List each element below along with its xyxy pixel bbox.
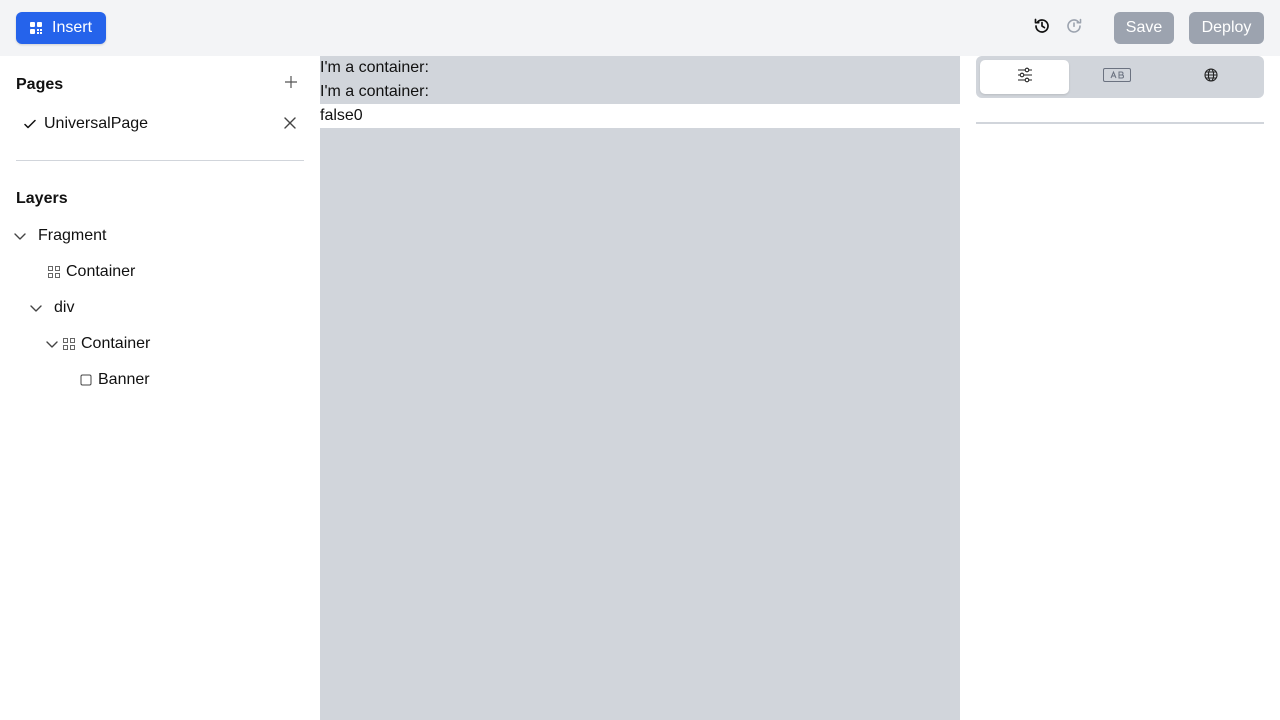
chevron-down-icon[interactable] xyxy=(13,229,27,243)
insert-button-label: Insert xyxy=(52,19,93,36)
layer-item-container[interactable]: Container xyxy=(48,260,135,284)
tab-text[interactable] xyxy=(1072,60,1161,94)
redo-history-button[interactable] xyxy=(1062,16,1086,40)
canvas-container-text[interactable]: I'm a container: xyxy=(320,80,960,104)
chevron-down-icon[interactable] xyxy=(29,301,43,315)
deploy-button[interactable]: Deploy xyxy=(1189,12,1264,44)
tab-global[interactable] xyxy=(1166,60,1255,94)
layer-item-label: Banner xyxy=(98,371,150,388)
pages-heading: Pages xyxy=(16,76,64,93)
undo-history-button[interactable] xyxy=(1030,16,1054,40)
history-icon xyxy=(1033,17,1051,40)
top-toolbar: Insert Save Deploy xyxy=(0,0,1280,56)
layer-item-div[interactable]: div xyxy=(29,296,74,320)
chevron-down-icon[interactable] xyxy=(45,337,59,351)
properties-panel xyxy=(960,56,1280,720)
insert-button[interactable]: Insert xyxy=(16,12,106,44)
properties-tab-bar xyxy=(976,56,1264,98)
check-icon xyxy=(23,117,37,131)
editor-canvas[interactable]: I'm a container: I'm a container: false0 xyxy=(320,56,960,720)
layer-item-label: div xyxy=(54,299,75,316)
layer-item-fragment[interactable]: Fragment xyxy=(13,224,106,248)
sidebar-divider xyxy=(16,160,304,161)
left-sidebar: Pages UniversalPage Layers Fragment Cont… xyxy=(0,56,320,720)
redo-clock-icon xyxy=(1065,17,1083,40)
panel-divider xyxy=(976,122,1264,124)
canvas-banner-text[interactable]: false0 xyxy=(320,104,960,128)
page-item-universalpage[interactable]: UniversalPage xyxy=(16,110,304,138)
save-button[interactable]: Save xyxy=(1114,12,1174,44)
checkbox-icon xyxy=(80,374,92,386)
container-icon xyxy=(63,338,75,350)
tab-settings[interactable] xyxy=(980,60,1069,94)
blocks-icon xyxy=(30,22,42,34)
plus-icon xyxy=(285,75,297,93)
container-icon xyxy=(48,266,60,278)
layer-item-label: Container xyxy=(66,263,136,280)
sliders-icon xyxy=(1017,67,1033,88)
layer-item-container-nested[interactable]: Container xyxy=(45,332,150,356)
delete-page-button[interactable] xyxy=(283,116,299,132)
close-icon xyxy=(284,117,296,129)
layer-item-banner[interactable]: Banner xyxy=(80,368,150,392)
text-field-icon xyxy=(1102,67,1131,88)
globe-icon xyxy=(1203,67,1218,87)
page-item-label: UniversalPage xyxy=(44,115,149,132)
layers-heading: Layers xyxy=(16,190,68,207)
canvas-container-text[interactable]: I'm a container: xyxy=(320,56,960,80)
layer-item-label: Container xyxy=(81,335,151,352)
add-page-button[interactable] xyxy=(282,75,300,93)
layer-item-label: Fragment xyxy=(38,227,107,244)
